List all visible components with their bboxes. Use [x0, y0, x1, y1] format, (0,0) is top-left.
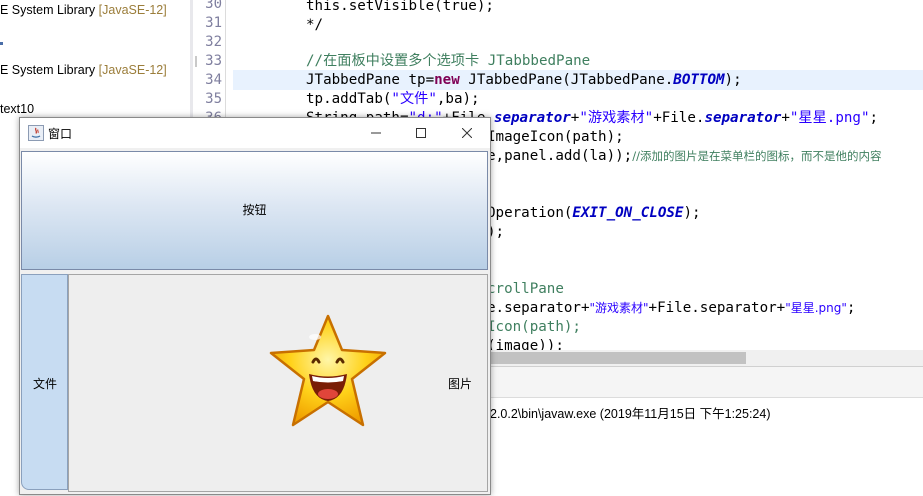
tabbed-pane: 文件 图片 [21, 274, 488, 492]
star-icon [269, 314, 387, 427]
code-line[interactable]: */ [306, 16, 323, 35]
close-icon [462, 128, 472, 138]
code-line[interactable]: tp.addTab("文件",ba); [306, 90, 480, 109]
package-explorer: E System Library [JavaSE-12] E System Li… [0, 0, 190, 120]
editor-hscrollbar-thumb[interactable] [490, 352, 746, 364]
tree-expand-icon[interactable] [0, 42, 3, 45]
line-number: 30 [205, 0, 222, 12]
line-number: 31 [205, 15, 222, 31]
tab-file-label: 文件 [33, 377, 58, 391]
console-view: 2.0.2\bin\javaw.exe (2019年11月15日 下午1:25:… [490, 366, 923, 496]
code-token: +File.separator+ [648, 300, 786, 316]
code-line[interactable]: Operation(EXIT_ON_CLOSE); [487, 204, 701, 223]
line-number: 33 [205, 53, 222, 69]
code-line[interactable]: crollPane [487, 280, 564, 299]
code-field: EXIT_ON_CLOSE [572, 205, 684, 221]
code-comment: //添加的图片是在菜单栏的图标，而不是他的内容 [632, 149, 882, 163]
code-field: separator [493, 110, 571, 126]
code-string: "游戏素材" [589, 301, 649, 315]
line-number: 35 [205, 91, 222, 107]
minimize-button[interactable] [353, 118, 399, 148]
code-line[interactable]: ImageIcon(path); [487, 128, 624, 147]
console-toolbar [490, 367, 923, 398]
code-token: + [781, 110, 790, 126]
code-line[interactable]: JTabbedPane tp=new JTabbedPane(JTabbedPa… [306, 71, 742, 90]
code-line[interactable]: e,panel.add(la));//添加的图片是在菜单栏的图标，而不是他的内容 [487, 147, 881, 166]
tree-item-suffix: [JavaSE-12] [98, 63, 167, 77]
console-status-text: 2.0.2\bin\javaw.exe (2019年11月15日 下午1:25:… [490, 407, 771, 421]
code-keyword: new [434, 72, 460, 88]
code-token: ; [846, 300, 856, 316]
tree-item-suffix: [JavaSE-12] [98, 3, 167, 17]
code-string: "星星.png" [789, 110, 870, 126]
code-token: JTabbedPane(JTabbedPane. [459, 72, 674, 88]
close-button[interactable] [444, 118, 490, 148]
code-token: e.separator+ [487, 300, 590, 316]
code-string: "游戏素材" [579, 110, 654, 126]
tree-item-label: E System Library [0, 63, 99, 77]
code-token: e,panel.add(la)); [487, 148, 633, 164]
code-line[interactable]: this.setVisible(true); [306, 0, 494, 16]
code-token: ,ba); [436, 91, 480, 107]
code-string: "文件" [391, 91, 437, 107]
tree-item-label: text10 [0, 102, 35, 116]
code-token: ); [683, 205, 701, 221]
main-button[interactable]: 按钮 [21, 151, 488, 270]
tab-content-panel: 图片 [68, 274, 488, 492]
code-field: separator [704, 110, 782, 126]
tab-file[interactable]: 文件 [21, 274, 68, 490]
swing-window[interactable]: 窗口 按钮 文件 图片 [19, 117, 491, 495]
line-number: 34 [205, 72, 222, 88]
code-field: BOTTOM [673, 72, 725, 88]
code-token: Operation( [487, 205, 573, 221]
window-content: 按钮 文件 图片 [20, 151, 490, 494]
window-title: 窗口 [48, 127, 73, 141]
window-titlebar[interactable]: 窗口 [20, 118, 490, 148]
code-line[interactable]: Icon(path); [487, 318, 581, 337]
java-icon [28, 125, 44, 141]
code-token: ); [724, 72, 742, 88]
code-token: tp.addTab( [306, 91, 392, 107]
tree-item-project[interactable]: text10 [0, 102, 34, 116]
code-token: ; [869, 110, 879, 126]
tree-item-label: E System Library [0, 3, 99, 17]
minimize-icon [371, 132, 381, 134]
code-token: +File. [653, 110, 705, 126]
code-token: JTabbedPane tp= [306, 72, 435, 88]
tree-item-jre-2[interactable]: E System Library [JavaSE-12] [0, 63, 167, 77]
code-string: "星星.png" [785, 301, 847, 315]
code-line[interactable]: //在面板中设置多个选项卡 JTabbbedPane [306, 52, 590, 71]
line-number: 32 [205, 34, 222, 50]
tab-image-label[interactable]: 图片 [448, 375, 472, 392]
tree-item-jre-1[interactable]: E System Library [JavaSE-12] [0, 3, 167, 17]
maximize-button[interactable] [398, 118, 444, 148]
maximize-icon [416, 128, 426, 138]
code-line[interactable]: e.separator+"游戏素材"+File.separator+"星星.pn… [487, 299, 855, 318]
